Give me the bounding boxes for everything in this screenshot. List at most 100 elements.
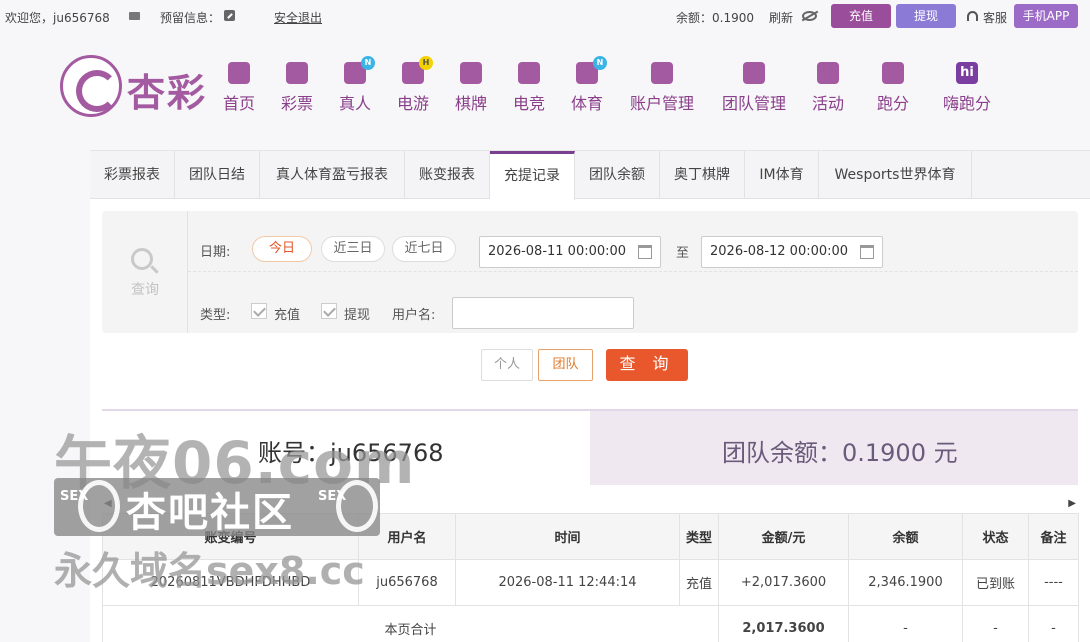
withdraw-checkbox-label: 提现 [344, 308, 371, 323]
withdraw-button[interactable]: 提现 [896, 4, 956, 28]
balance-cell: 2,346.1900 [848, 559, 963, 606]
tab-odin-chess[interactable]: 奥丁棋牌 [660, 151, 745, 199]
table-footer-row: 本页合计 2,017.3600 - - - [102, 605, 1079, 642]
mobile-app-button[interactable]: 手机APP [1014, 4, 1078, 28]
time-cell: 2026-08-11 12:44:14 [455, 559, 680, 606]
nav-label: 棋牌 [454, 94, 487, 113]
hide-balance-icon[interactable] [802, 11, 817, 21]
nav-label: 电游 [396, 94, 429, 113]
nav-label: 团队管理 [721, 94, 786, 113]
watermark-sex-text: SEX [60, 489, 89, 504]
recharge-checkbox[interactable] [251, 303, 267, 319]
tab-account-change[interactable]: 账变报表 [405, 151, 490, 199]
home-icon [228, 62, 250, 84]
lottery-icon [286, 62, 308, 84]
tab-deposit-withdraw-records[interactable]: 充提记录 [490, 151, 575, 200]
customer-service-link[interactable]: 客服 [983, 9, 1007, 26]
preset-info-label: 预留信息： [160, 11, 221, 25]
nav-hi-run-score[interactable]: hi 嗨跑分 [940, 62, 994, 114]
nav-run-score[interactable]: 跑分 [875, 62, 911, 114]
mail-icon[interactable] [129, 12, 140, 20]
tab-wesports[interactable]: Wesports世界体育 [819, 151, 972, 199]
recharge-button[interactable]: 充值 [831, 4, 891, 28]
team-icon [743, 62, 765, 84]
search-form: 查询 日期: 今日 近三日 近七日 2026-08-11 00:00:00 至 … [102, 211, 1078, 333]
username-input[interactable] [452, 297, 634, 329]
refresh-link[interactable]: 刷新 [769, 9, 793, 26]
search-side-label: 查询 [131, 282, 159, 298]
calendar-icon[interactable] [638, 245, 652, 259]
top-bar: 欢迎您，ju656768 预留信息： 安全退出 余额：0.1900 刷新 充值 … [0, 0, 1090, 34]
nav-label: 账户管理 [629, 94, 694, 113]
recharge-checkbox-label: 充值 [274, 308, 301, 323]
range-3-days[interactable]: 近三日 [321, 236, 385, 262]
nav-home[interactable]: 首页 [221, 62, 257, 114]
date-separator: 至 [676, 246, 690, 261]
column-header: 状态 [962, 513, 1029, 560]
start-date-input[interactable]: 2026-08-11 00:00:00 [479, 236, 661, 268]
hi-icon: hi [956, 62, 978, 84]
search-sidebar: 查询 [102, 211, 188, 333]
end-date-input[interactable]: 2026-08-12 00:00:00 [701, 236, 883, 268]
nav-esports[interactable]: 电竞 [511, 62, 547, 114]
watermark-ring-icon [336, 480, 378, 532]
headset-icon [967, 11, 978, 21]
nav-label: 彩票 [280, 94, 313, 113]
edit-icon[interactable] [224, 10, 235, 21]
nav-label: 首页 [222, 94, 255, 113]
tab-im-sports[interactable]: IM体育 [745, 151, 819, 199]
nav-label: 嗨跑分 [942, 94, 991, 113]
page-total-amount: 2,017.3600 [718, 605, 849, 642]
calendar-icon[interactable] [860, 245, 874, 259]
new-badge: N [361, 56, 375, 70]
logout-link[interactable]: 安全退出 [274, 9, 322, 26]
team-balance-panel: 团队余额：0.1900 元 [590, 411, 1078, 485]
esports-icon [518, 62, 540, 84]
username-label: 用户名: [392, 308, 436, 323]
trophy-icon: N [576, 56, 607, 84]
status-cell: 已到账 [962, 559, 1029, 606]
date-label: 日期: [200, 245, 231, 260]
nav-slots[interactable]: H 电游 [395, 56, 433, 114]
tab-team-balance[interactable]: 团队余额 [575, 151, 660, 199]
brand-logo[interactable] [60, 55, 122, 117]
range-today[interactable]: 今日 [252, 236, 312, 262]
cards-icon [460, 62, 482, 84]
query-button[interactable]: 查 询 [606, 349, 688, 381]
welcome-text: 欢迎您，ju656768 [5, 11, 110, 25]
live-dealer-icon: N [344, 56, 375, 84]
page-total-balance: - [848, 605, 963, 642]
page-total-status: - [962, 605, 1029, 642]
nav-live[interactable]: N 真人 [337, 56, 375, 114]
team-button[interactable]: 团队 [538, 349, 593, 381]
nav-label: 活动 [811, 94, 844, 113]
watermark-line-2: 杏吧社区 [126, 490, 294, 536]
nav-lottery[interactable]: 彩票 [279, 62, 315, 114]
scroll-right-icon[interactable]: ▶ [1068, 498, 1076, 509]
search-icon [131, 248, 153, 270]
gift-icon [817, 62, 839, 84]
tab-lottery-report[interactable]: 彩票报表 [90, 151, 175, 199]
watermark-sex-text: SEX [318, 489, 347, 504]
username-cell: ju656768 [358, 559, 456, 606]
column-header: 余额 [848, 513, 963, 560]
balance-label: 余额：0.1900 [676, 11, 754, 25]
page-total-remark: - [1028, 605, 1079, 642]
personal-button[interactable]: 个人 [481, 349, 533, 381]
column-header: 备注 [1028, 513, 1079, 560]
nav-promotions[interactable]: 活动 [810, 62, 846, 114]
team-balance-summary: 团队余额：0.1900 元 [722, 439, 958, 467]
nav-account[interactable]: 账户管理 [627, 62, 697, 114]
brand-name[interactable]: 杏彩 [127, 62, 207, 117]
range-7-days[interactable]: 近七日 [392, 236, 456, 262]
end-date-value: 2026-08-12 00:00:00 [710, 244, 849, 259]
withdraw-checkbox[interactable] [321, 303, 337, 319]
nav-label: 电竞 [512, 94, 545, 113]
type-label: 类型: [200, 308, 231, 323]
tab-live-sports-pnl[interactable]: 真人体育盈亏报表 [260, 151, 405, 199]
tab-team-daily[interactable]: 团队日结 [175, 151, 260, 199]
nav-team[interactable]: 团队管理 [719, 62, 789, 114]
car-icon [882, 62, 904, 84]
nav-sports[interactable]: N 体育 [569, 56, 607, 114]
nav-chess[interactable]: 棋牌 [453, 62, 489, 114]
